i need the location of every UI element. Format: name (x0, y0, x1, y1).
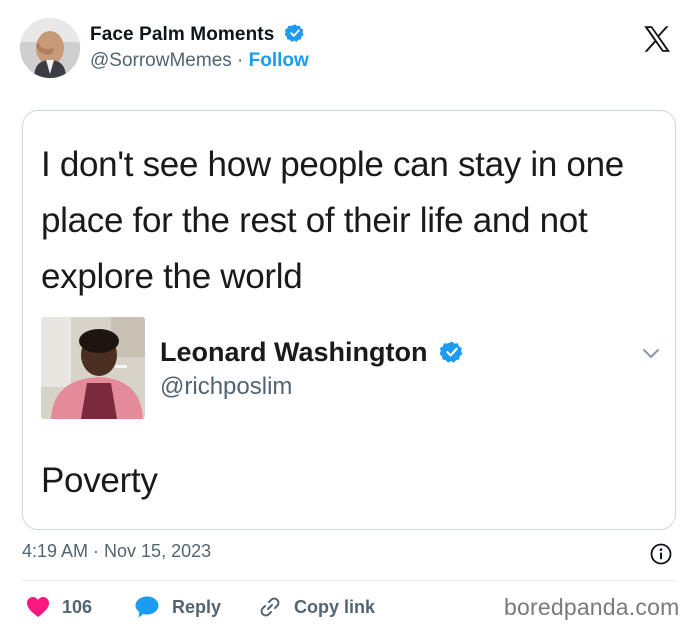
author-name-text: Face Palm Moments (90, 24, 275, 45)
reply-author-handle[interactable]: @richposlim (160, 373, 292, 401)
quoted-tweet-card[interactable]: I don't see how people can stay in one p… (22, 110, 676, 530)
tweet-header: Face Palm Moments @SorrowMemes · Follow (20, 14, 684, 80)
reply-button[interactable]: Reply (134, 592, 221, 622)
author-handle-row: @SorrowMemes · Follow (90, 50, 309, 72)
verified-badge-icon (284, 24, 304, 42)
tweet-timestamp[interactable]: 4:19 AM · Nov 15, 2023 (22, 541, 211, 562)
copy-link-button[interactable]: Copy link (258, 592, 375, 622)
author-avatar[interactable] (20, 18, 80, 78)
author-name[interactable]: Face Palm Moments (90, 23, 305, 46)
reply-bubble-icon (135, 596, 159, 618)
author-handle[interactable]: @SorrowMemes (90, 50, 232, 71)
follow-button[interactable]: Follow (249, 50, 309, 71)
heart-icon (27, 597, 49, 617)
reply-label: Reply (172, 596, 222, 617)
quoted-tweet-text: I don't see how people can stay in one p… (41, 145, 624, 296)
likes-count: 106 (62, 596, 93, 617)
reply-author-name[interactable]: Leonard Washington (160, 337, 464, 368)
reply-author-avatar[interactable] (41, 317, 145, 419)
source-watermark: boredpanda.com (504, 594, 680, 620)
reply-tweet-text: Poverty (41, 461, 158, 500)
reply-author-name-text: Leonard Washington (160, 337, 428, 367)
link-icon (260, 597, 280, 617)
divider (22, 580, 676, 581)
copy-link-label: Copy link (294, 596, 376, 617)
separator-dot: · (237, 50, 244, 71)
info-icon[interactable] (649, 542, 673, 566)
like-button[interactable]: 106 (26, 592, 92, 622)
chevron-down-icon[interactable] (639, 341, 663, 365)
x-logo-icon[interactable] (640, 22, 674, 56)
verified-badge-icon (440, 341, 463, 363)
